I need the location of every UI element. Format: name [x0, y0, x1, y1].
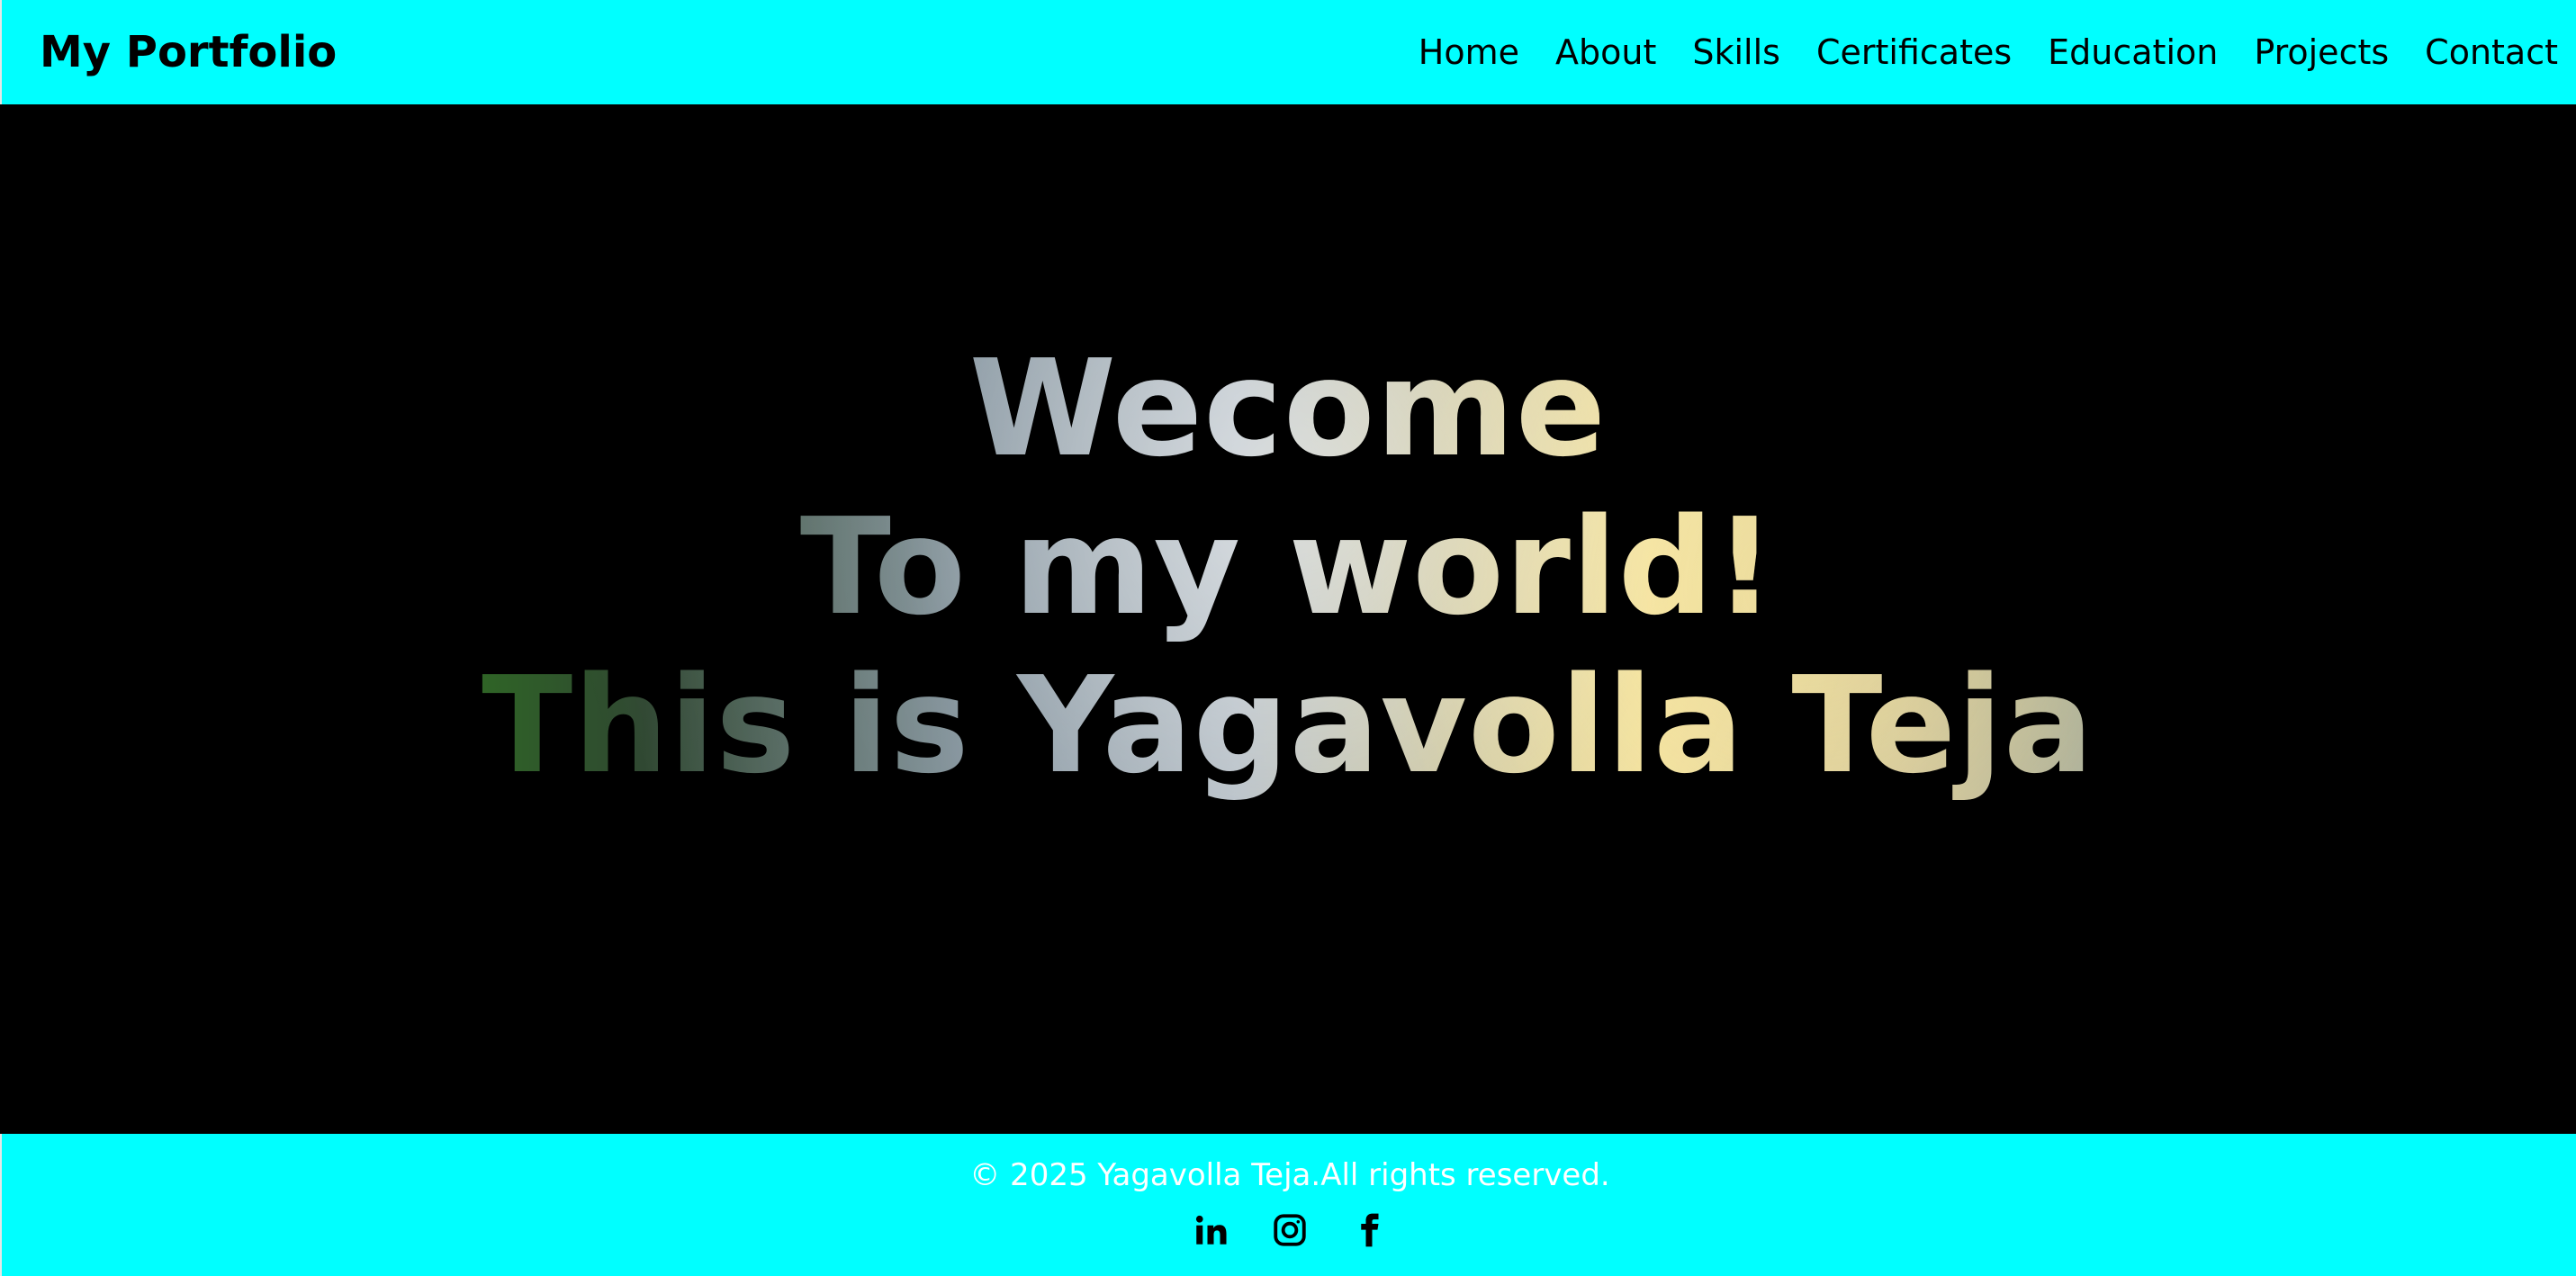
hero-message: Wecome To my world! This is Yagavolla Te… [0, 329, 2576, 804]
hero-section: Wecome To my world! This is Yagavolla Te… [0, 104, 2576, 1134]
facebook-icon [1361, 1213, 1379, 1247]
hero-line-name: This is Yagavolla Teja [482, 648, 2094, 803]
nav-contact-link[interactable]: Contact [2425, 27, 2558, 77]
nav-education-link[interactable]: Education [2048, 27, 2218, 77]
site-footer: © 2025 Yagavolla Teja.All rights reserve… [0, 1134, 2576, 1276]
top-navbar: My Portfolio Home About Skills Certifica… [0, 0, 2576, 104]
linkedin-icon [1195, 1215, 1227, 1245]
copyright-text: © 2025 Yagavolla Teja.All rights reserve… [969, 1157, 1610, 1193]
linkedin-link[interactable] [1190, 1209, 1231, 1251]
instagram-link[interactable] [1269, 1209, 1311, 1251]
nav-certificates-link[interactable]: Certificates [1816, 27, 2012, 77]
site-brand[interactable]: My Portfolio [40, 23, 337, 81]
nav-projects-link[interactable]: Projects [2254, 27, 2389, 77]
nav-about-link[interactable]: About [1555, 27, 1656, 77]
main-navigation: Home About Skills Certificates Education… [1419, 27, 2558, 77]
instagram-icon [1274, 1214, 1306, 1246]
hero-line-welcome: Wecome [968, 331, 1608, 486]
nav-home-link[interactable]: Home [1419, 27, 1519, 77]
hero-line-world: To my world! [799, 490, 1777, 644]
social-links [2, 1209, 2576, 1251]
nav-skills-link[interactable]: Skills [1692, 27, 1780, 77]
facebook-link[interactable] [1348, 1209, 1390, 1251]
